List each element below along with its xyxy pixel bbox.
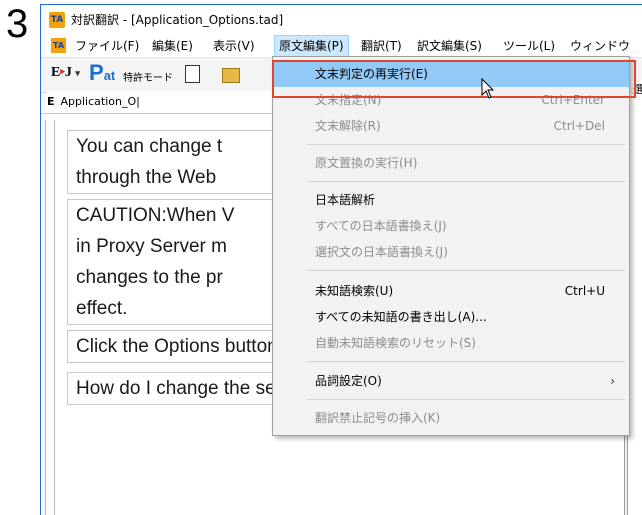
menu-separator [307,181,625,182]
title-bar: TA 対訳翻訳 - [Application_Options.tad] [41,5,642,35]
source-edit-dropdown-menu: 文末判定の再実行(E) 文末指定(N) Ctrl+Enter 文末解除(R) C… [272,56,630,436]
patent-mode-label[interactable]: 特許モード [123,69,173,84]
menu-item-label: 選択文の日本語書換え(J) [315,245,448,259]
menu-item-label: 未知語検索(U) [315,284,394,298]
open-folder-icon[interactable] [222,68,240,83]
menu-item-part-of-speech-settings[interactable]: 品詞設定(O) › [273,368,629,394]
menu-item-insert-no-translate-mark[interactable]: 翻訳禁止記号の挿入(K) [273,405,629,431]
document-tab-name: Application_O| [60,95,140,108]
source-language-label: E [51,65,61,80]
menu-item-reset-auto-unknown-search[interactable]: 自動未知語検索のリセット(S) [273,330,629,356]
new-document-icon[interactable] [185,65,200,83]
menu-item-rewrite-all-japanese[interactable]: すべての日本語書換え(J) [273,213,629,239]
menu-translate[interactable]: 翻訳(T) [357,35,406,57]
english-pane-indicator: E [47,95,55,108]
menu-translation-edit[interactable]: 訳文編集(S) [413,35,486,57]
patent-mode-icon[interactable]: Pat [89,61,115,88]
target-language-label: J [64,65,72,80]
menu-item-label: すべての未知語の書き出し(A)... [315,310,487,324]
line-gutter [45,120,55,515]
chevron-down-icon: ▾ [75,68,80,78]
menu-separator [307,399,625,400]
menu-window[interactable]: ウィンドウ [566,35,634,57]
menu-source-edit[interactable]: 原文編集(P) [274,35,349,57]
menu-separator [307,144,625,145]
patent-icon-suffix: at [103,68,116,83]
document-window-icon[interactable]: TA [51,38,66,53]
menu-item-rewrite-selected-japanese[interactable]: 選択文の日本語書換え(J) [273,239,629,265]
menu-edit[interactable]: 編集(E) [148,35,197,57]
menu-item-shortcut: Ctrl+Del [553,119,605,133]
menu-item-label: 自動未知語検索のリセット(S) [315,336,476,350]
menu-item-label: 翻訳禁止記号の挿入(K) [315,411,441,425]
menu-tools[interactable]: ツール(L) [499,35,559,57]
menu-item-shortcut: Ctrl+U [564,284,605,298]
window-title: 対訳翻訳 - [Application_Options.tad] [71,13,284,27]
menu-item-unknown-word-search[interactable]: 未知語検索(U) Ctrl+U [273,278,629,304]
mouse-pointer-icon [481,78,495,99]
menu-item-source-replace[interactable]: 原文置換の実行(H) [273,150,629,176]
menu-item-sentence-end-release[interactable]: 文末解除(R) Ctrl+Del [273,113,629,139]
menu-separator [307,361,625,362]
menu-item-label: 文末解除(R) [315,119,381,133]
step-number: 3 [6,2,29,46]
submenu-arrow-icon: › [610,374,615,388]
menu-separator [307,270,625,271]
menu-item-japanese-analysis[interactable]: 日本語解析 [273,187,629,213]
document-tab[interactable]: E Application_O| [47,91,277,112]
menu-item-label: すべての日本語書換え(J) [315,219,447,233]
app-icon: TA [49,12,65,28]
highlight-callout-box [272,60,636,98]
menu-file[interactable]: ファイル(F) [71,35,143,57]
menu-item-label: 品詞設定(O) [315,374,382,388]
menu-view[interactable]: 表示(V) [209,35,259,57]
translation-direction-button[interactable]: E▸J ▾ [51,65,80,81]
patent-icon-letter: P [89,60,104,85]
menu-item-export-unknown-words[interactable]: すべての未知語の書き出し(A)... [273,304,629,330]
menu-bar: TA ファイル(F) 編集(E) 表示(V) 原文編集(P) 翻訳(T) 訳文編… [41,35,642,57]
menu-item-label: 原文置換の実行(H) [315,156,418,170]
menu-item-label: 日本語解析 [315,193,376,207]
